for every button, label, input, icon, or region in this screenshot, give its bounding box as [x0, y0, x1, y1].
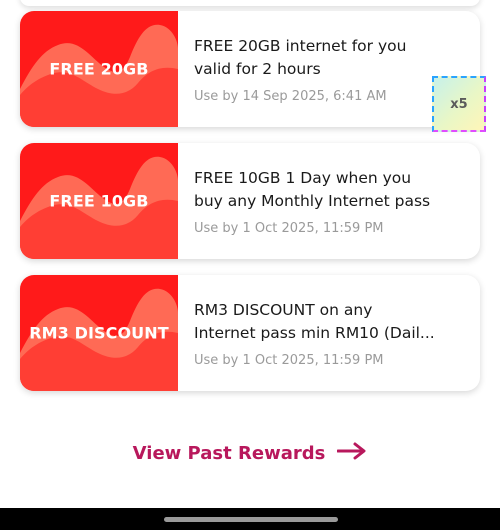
reward-badge-text: FREE 10GB	[49, 191, 149, 211]
reward-title-line-1: FREE 20GB internet for you	[194, 37, 407, 55]
reward-title-line-2: Internet pass min RM10 (Dail...	[194, 324, 435, 342]
home-indicator[interactable]	[164, 517, 338, 522]
arrow-right-icon	[336, 442, 367, 464]
reward-count-badge: x5	[432, 76, 486, 132]
reward-thumbnail: FREE 20GB	[20, 11, 178, 127]
reward-expiry: Use by 1 Oct 2025, 11:59 PM	[194, 221, 384, 236]
reward-title-line-1: FREE 10GB 1 Day when you	[194, 169, 412, 187]
reward-details: FREE 10GB 1 Day when you buy any Monthly…	[194, 167, 466, 236]
reward-title-line-1: RM3 DISCOUNT on any	[194, 301, 373, 319]
previous-card-edge	[20, 0, 480, 6]
reward-title-line-2: buy any Monthly Internet pass	[194, 192, 431, 210]
reward-details: RM3 DISCOUNT on any Internet pass min RM…	[194, 299, 466, 368]
reward-details: FREE 20GB internet for you valid for 2 h…	[194, 35, 466, 104]
reward-badge-text: FREE 20GB	[49, 59, 149, 79]
reward-title-line-2: valid for 2 hours	[194, 60, 321, 78]
reward-card-rm3-discount[interactable]: RM3 DISCOUNT RM3 DISCOUNT on any Interne…	[20, 275, 480, 391]
reward-badge-text: RM3 DISCOUNT	[29, 323, 169, 343]
system-navigation-bar	[0, 508, 500, 530]
reward-expiry: Use by 14 Sep 2025, 6:41 AM	[194, 89, 387, 104]
reward-card-free-20gb[interactable]: FREE 20GB FREE 20GB internet for you val…	[20, 11, 480, 127]
reward-card-free-10gb[interactable]: FREE 10GB FREE 10GB 1 Day when you buy a…	[20, 143, 480, 259]
rewards-page: FREE 20GB FREE 20GB internet for you val…	[0, 0, 500, 530]
view-past-rewards-link[interactable]: View Past Rewards	[0, 442, 500, 464]
reward-thumbnail: RM3 DISCOUNT	[20, 275, 178, 391]
view-past-rewards-label: View Past Rewards	[132, 442, 326, 464]
reward-thumbnail: FREE 10GB	[20, 143, 178, 259]
reward-expiry: Use by 1 Oct 2025, 11:59 PM	[194, 353, 384, 368]
